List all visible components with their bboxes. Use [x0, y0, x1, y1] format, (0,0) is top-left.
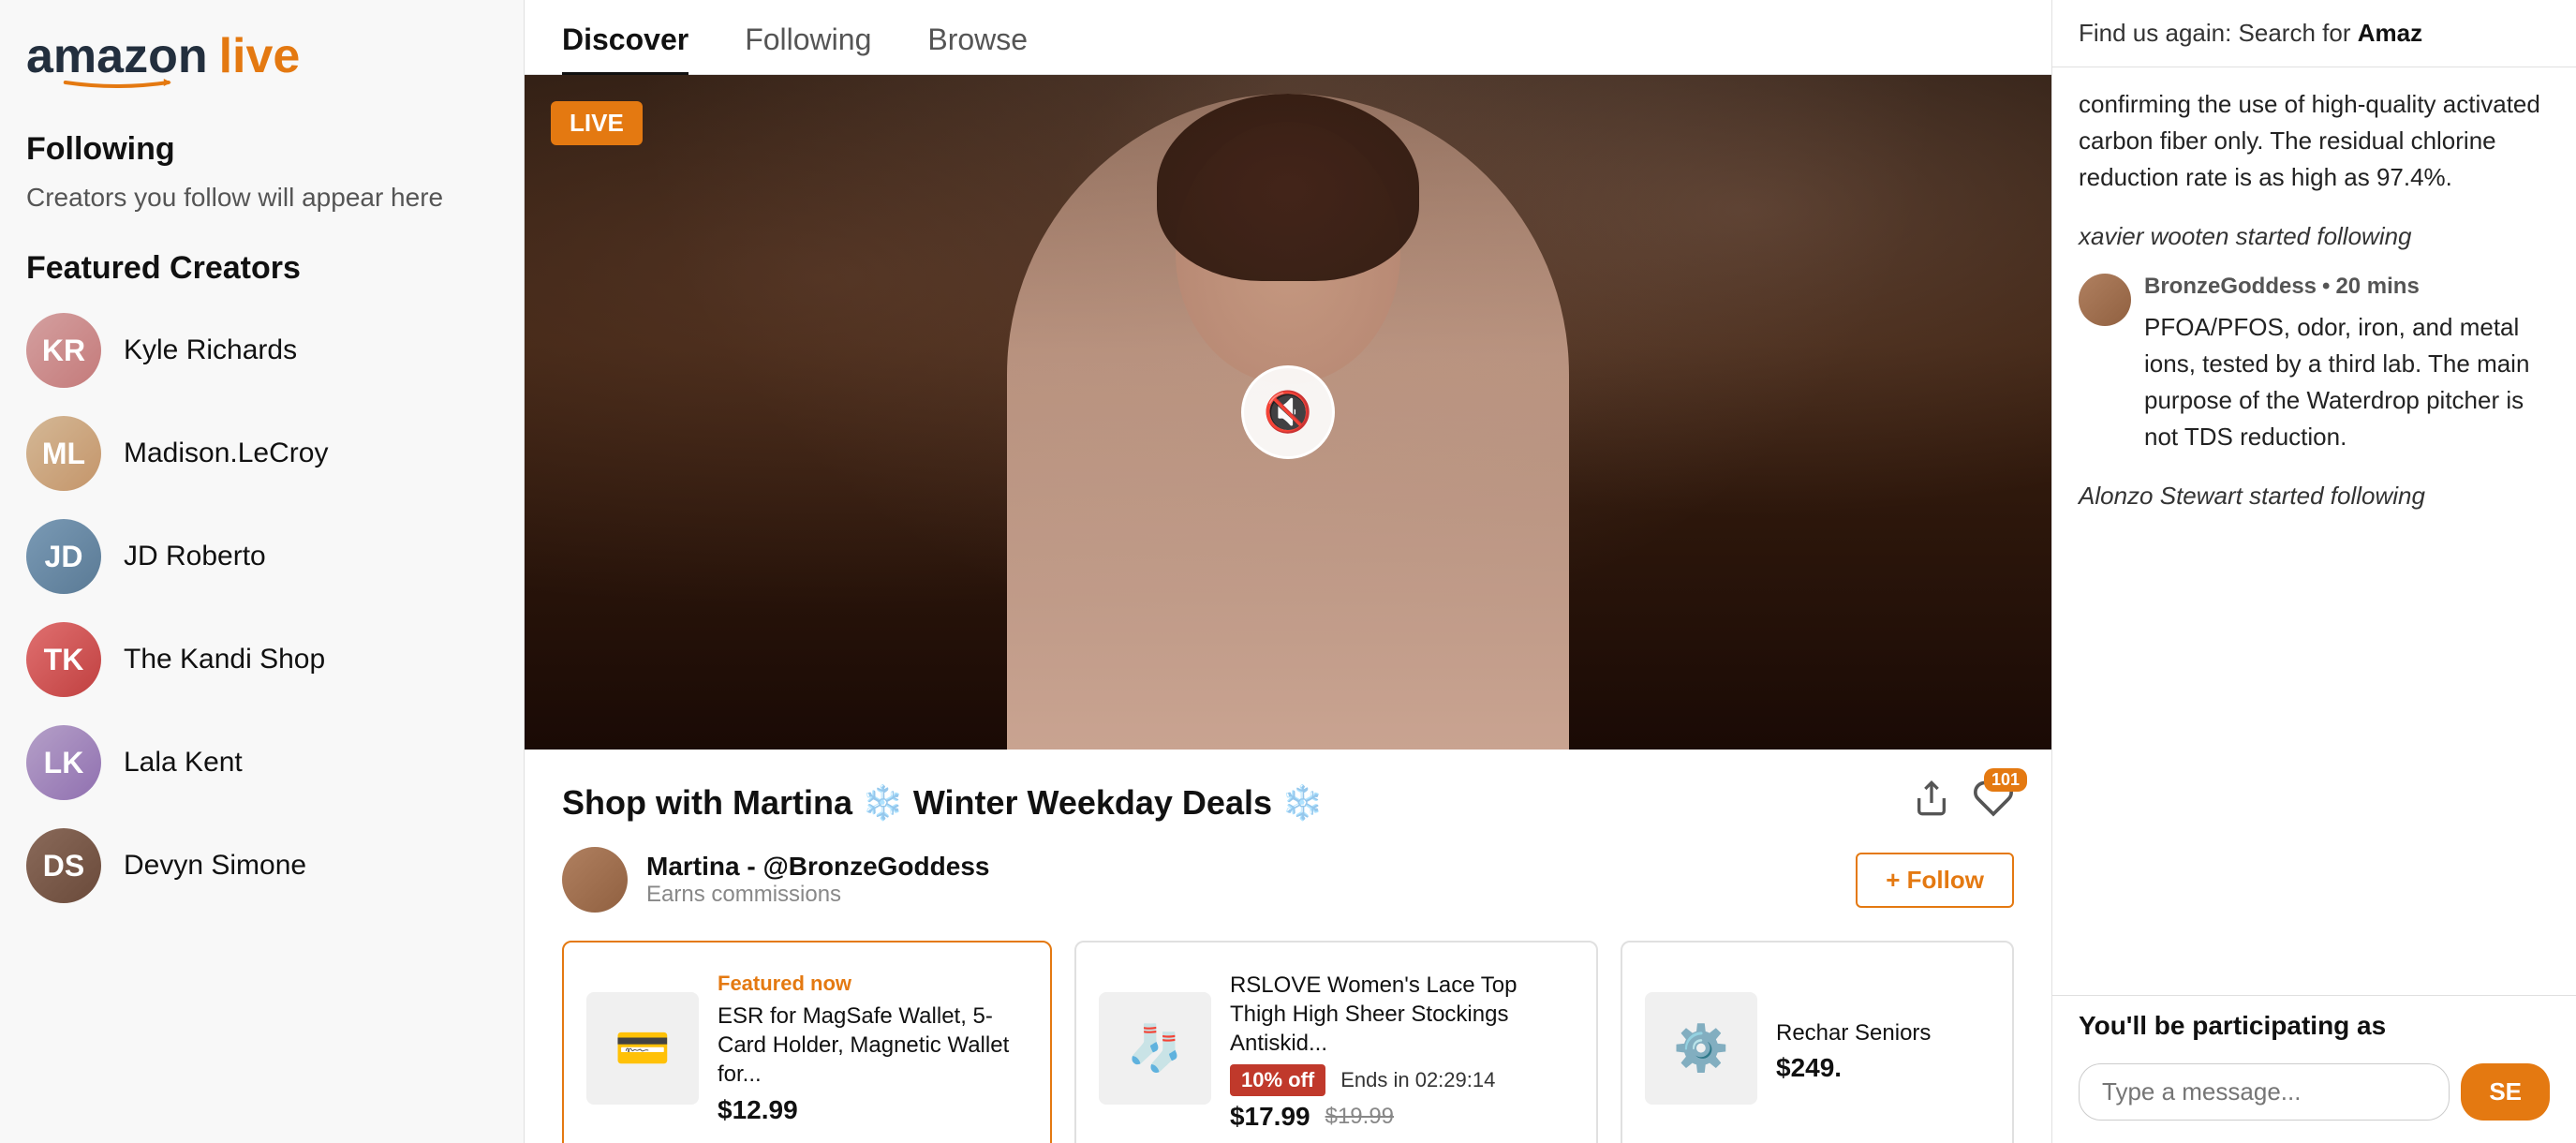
chat-panel: Find us again: Search for Amaz confirmin… [2051, 0, 2576, 1143]
product-card-2[interactable]: ⚙️ Rechar Seniors $249. [1621, 941, 2014, 1143]
earns-commissions: Earns commissions [646, 882, 989, 908]
main-content: Discover Following Browse LIVE 🔇 Shop with… [525, 0, 2051, 1143]
product-price-0: $12.99 [718, 1095, 1028, 1125]
live-wordmark: live [219, 28, 301, 84]
product-name-0: ESR for MagSafe Wallet, 5-Card Holder, M… [718, 1002, 1028, 1090]
product-img-2: ⚙️ [1645, 992, 1757, 1105]
heart-count: 101 [1984, 768, 2027, 792]
products-row: 💳 Featured now ESR for MagSafe Wallet, 5… [562, 941, 2014, 1143]
chat-input-row: SE [2052, 1048, 2576, 1143]
creator-avatar-5: DS [26, 828, 101, 903]
stream-title: Shop with Martina ❄️ Winter Weekday Deal… [562, 783, 1324, 823]
chat-sender-2: BronzeGoddess•20 mins [2079, 270, 2550, 304]
featured-creators-title: Featured Creators [26, 250, 497, 287]
system-msg-1: xavier wooten started following [2079, 222, 2550, 251]
live-badge: LIVE [551, 101, 643, 145]
share-button[interactable] [1913, 779, 1950, 826]
participating-label: You'll be participating as [2052, 995, 2576, 1048]
creator-avatar-3: TK [26, 622, 101, 697]
amazon-live-logo: amazon live [26, 28, 497, 84]
product-price-1: $17.99 [1230, 1102, 1310, 1132]
creator-name-3: The Kandi Shop [124, 644, 325, 675]
chat-messages: confirming the use of high-quality activ… [2052, 67, 2576, 995]
creator-avatar [562, 847, 628, 913]
creator-item-4[interactable]: LK Lala Kent [26, 725, 497, 800]
creator-avatar-2: JD [26, 519, 101, 594]
creator-item-0[interactable]: KR Kyle Richards [26, 313, 497, 388]
discount-badge-1: 10% off [1230, 1064, 1325, 1096]
stream-actions: 101 [1913, 778, 2014, 828]
following-section-title: Following [26, 131, 497, 168]
creator-name-0: Kyle Richards [124, 334, 297, 366]
product-card-0[interactable]: 💳 Featured now ESR for MagSafe Wallet, 5… [562, 941, 1052, 1143]
stream-title-row: Shop with Martina ❄️ Winter Weekday Deal… [562, 778, 2014, 828]
following-subtitle: Creators you follow will appear here [26, 183, 497, 213]
chat-text-2: PFOA/PFOS, odor, iron, and metal ions, t… [2144, 309, 2550, 455]
creator-name-4: Lala Kent [124, 747, 243, 779]
featured-now-0: Featured now [718, 972, 1028, 996]
creator-avatar-1: ML [26, 416, 101, 491]
find-us-bold: Amaz [2358, 19, 2422, 47]
product-img-1: 🧦 [1099, 992, 1211, 1105]
creators-list: KR Kyle Richards ML Madison.LeCroy JD JD… [26, 313, 497, 903]
creator-info-text: Martina - @BronzeGoddess Earns commissio… [646, 852, 989, 908]
product-img-0: 💳 [586, 992, 699, 1105]
creator-row: Martina - @BronzeGoddess Earns commissio… [562, 847, 2014, 913]
chat-avatar-2 [2079, 274, 2131, 326]
nav-tab-discover[interactable]: Discover [562, 22, 688, 75]
chat-input[interactable] [2079, 1063, 2450, 1121]
creator-item-1[interactable]: ML Madison.LeCroy [26, 416, 497, 491]
product-name-1: RSLOVE Women's Lace Top Thigh High Sheer… [1230, 971, 1574, 1059]
product-card-1[interactable]: 🧦 RSLOVE Women's Lace Top Thigh High She… [1074, 941, 1598, 1143]
chat-text-0: confirming the use of high-quality activ… [2079, 86, 2550, 196]
heart-button[interactable]: 101 [1973, 778, 2014, 828]
video-player: LIVE 🔇 [525, 75, 2051, 750]
system-msg-3: Alonzo Stewart started following [2079, 482, 2550, 511]
below-video-section: Shop with Martina ❄️ Winter Weekday Deal… [525, 750, 2051, 1143]
follow-button[interactable]: + Follow [1856, 853, 2014, 908]
creator-item-5[interactable]: DS Devyn Simone [26, 828, 497, 903]
old-price-1: $19.99 [1325, 1104, 1394, 1130]
product-info-0: Featured now ESR for MagSafe Wallet, 5-C… [718, 972, 1028, 1125]
mute-button[interactable]: 🔇 [1241, 365, 1335, 459]
creator-name-5: Devyn Simone [124, 850, 306, 882]
creator-name-2: JD Roberto [124, 541, 266, 572]
product-info-2: Rechar Seniors $249. [1776, 1013, 1931, 1083]
amazon-wordmark: amazon [26, 28, 208, 84]
ends-in-1: Ends in 02:29:14 [1340, 1068, 1495, 1092]
creator-avatar-0: KR [26, 313, 101, 388]
product-info-1: RSLOVE Women's Lace Top Thigh High Sheer… [1230, 965, 1574, 1132]
creator-info: Martina - @BronzeGoddess Earns commissio… [562, 847, 989, 913]
creator-avatar-4: LK [26, 725, 101, 800]
creator-item-3[interactable]: TK The Kandi Shop [26, 622, 497, 697]
chat-send-button[interactable]: SE [2461, 1063, 2550, 1121]
nav-tabs: Discover Following Browse [525, 0, 2051, 75]
creator-item-2[interactable]: JD JD Roberto [26, 519, 497, 594]
nav-tab-browse[interactable]: Browse [927, 22, 1028, 75]
mute-icon: 🔇 [1264, 390, 1312, 436]
creator-handle: Martina - @BronzeGoddess [646, 852, 989, 882]
creator-name-1: Madison.LeCroy [124, 438, 328, 469]
product-price-2: $249. [1776, 1053, 1931, 1083]
sidebar: amazon live Following Creators you follo… [0, 0, 525, 1143]
find-us-banner: Find us again: Search for Amaz [2052, 0, 2576, 67]
find-us-text: Find us again: Search for [2079, 19, 2358, 47]
chat-msg-0: confirming the use of high-quality activ… [2079, 86, 2550, 196]
product-name-2: Rechar Seniors [1776, 1018, 1931, 1047]
chat-msg-2: BronzeGoddess•20 mins PFOA/PFOS, odor, ir… [2079, 270, 2550, 455]
nav-tab-following[interactable]: Following [745, 22, 871, 75]
